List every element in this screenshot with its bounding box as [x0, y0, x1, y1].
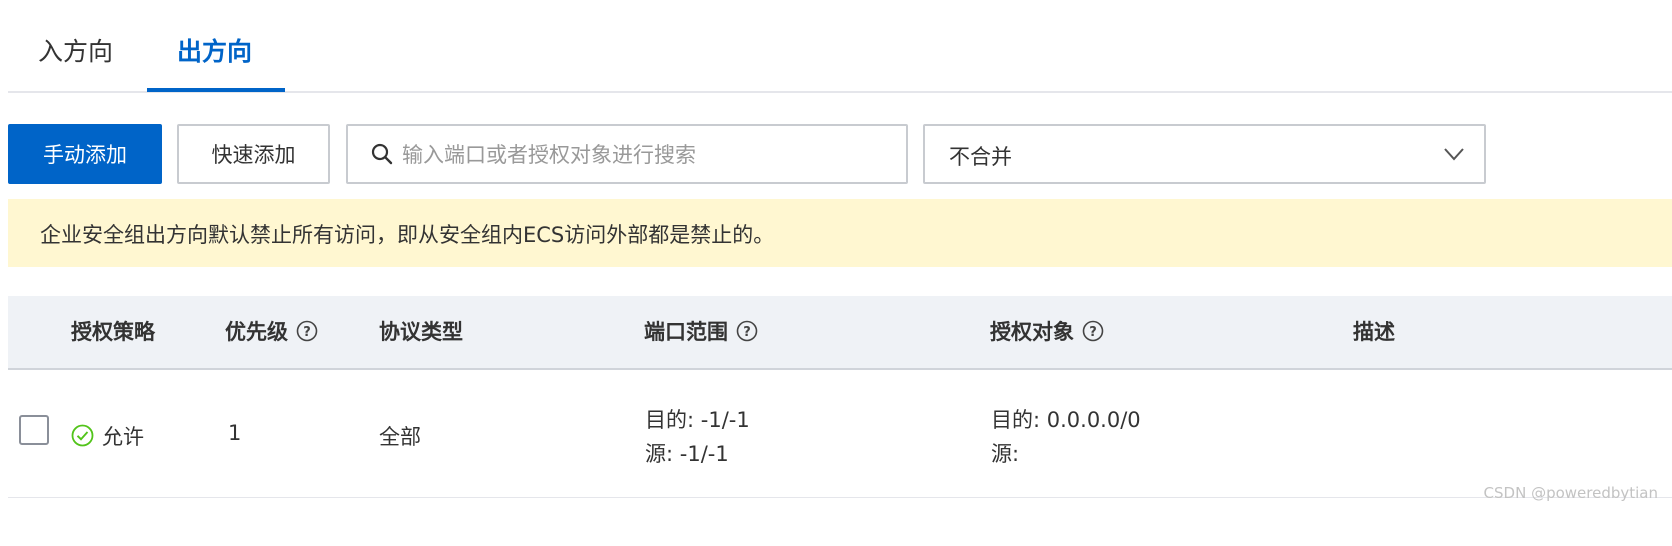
port-dest-value: 目的: -1/-1 — [645, 408, 750, 432]
svg-text:?: ? — [743, 325, 751, 340]
quick-add-button[interactable]: 快速添加 — [177, 124, 330, 184]
header-description: 描述 — [1353, 316, 1395, 346]
header-auth-object: 授权对象 ? — [990, 316, 1104, 346]
search-icon — [371, 143, 393, 165]
rules-table-header: 授权策略 优先级 ? 协议类型 端口范围 ? 授权对象 ? 描述 — [8, 296, 1672, 370]
check-circle-icon — [71, 424, 94, 447]
svg-text:?: ? — [1089, 325, 1097, 340]
priority-value: 1 — [228, 421, 242, 445]
header-policy: 授权策略 — [71, 316, 155, 346]
direction-tabs: 入方向 出方向 — [8, 0, 1672, 93]
auth-object-help-icon[interactable]: ? — [1082, 320, 1104, 342]
header-protocol: 协议类型 — [379, 316, 463, 346]
security-group-rules-page: 入方向 出方向 手动添加 快速添加 不合并 企业安全组出方向默认禁止所有访问，即… — [0, 0, 1672, 546]
watermark: CSDN @poweredbytian — [1483, 484, 1658, 502]
header-policy-label: 授权策略 — [71, 320, 155, 344]
svg-text:?: ? — [303, 325, 311, 340]
tab-outbound[interactable]: 出方向 — [177, 34, 252, 70]
search-input[interactable] — [400, 134, 894, 176]
tab-inbound[interactable]: 入方向 — [38, 34, 113, 70]
header-description-label: 描述 — [1353, 320, 1395, 344]
outbound-notice-banner: 企业安全组出方向默认禁止所有访问，即从安全组内ECS访问外部都是禁止的。 — [8, 199, 1672, 267]
merge-select[interactable]: 不合并 — [923, 124, 1486, 184]
notice-text: 企业安全组出方向默认禁止所有访问，即从安全组内ECS访问外部都是禁止的。 — [40, 223, 775, 247]
table-row: 允许 1 全部 目的: -1/-1 源: -1/-1 目的: 0.0.0.0/0… — [8, 370, 1672, 498]
auth-dest-value: 目的: 0.0.0.0/0 — [991, 408, 1141, 432]
header-port-range-label: 端口范围 — [644, 320, 728, 344]
manual-add-button[interactable]: 手动添加 — [8, 124, 162, 184]
header-port-range: 端口范围 ? — [644, 316, 758, 346]
active-tab-indicator — [147, 88, 285, 92]
header-auth-object-label: 授权对象 — [990, 320, 1074, 344]
row-checkbox[interactable] — [19, 415, 49, 445]
auth-src-value: 源: — [991, 442, 1020, 466]
priority-help-icon[interactable]: ? — [296, 320, 318, 342]
policy-value: 允许 — [102, 425, 144, 449]
merge-select-value: 不合并 — [949, 145, 1012, 169]
chevron-down-icon — [1444, 148, 1464, 161]
header-priority: 优先级 ? — [225, 316, 318, 346]
protocol-value: 全部 — [379, 425, 421, 449]
header-priority-label: 优先级 — [225, 320, 288, 344]
port-src-value: 源: -1/-1 — [645, 442, 729, 466]
header-protocol-label: 协议类型 — [379, 320, 463, 344]
search-box — [346, 124, 908, 184]
port-range-help-icon[interactable]: ? — [736, 320, 758, 342]
